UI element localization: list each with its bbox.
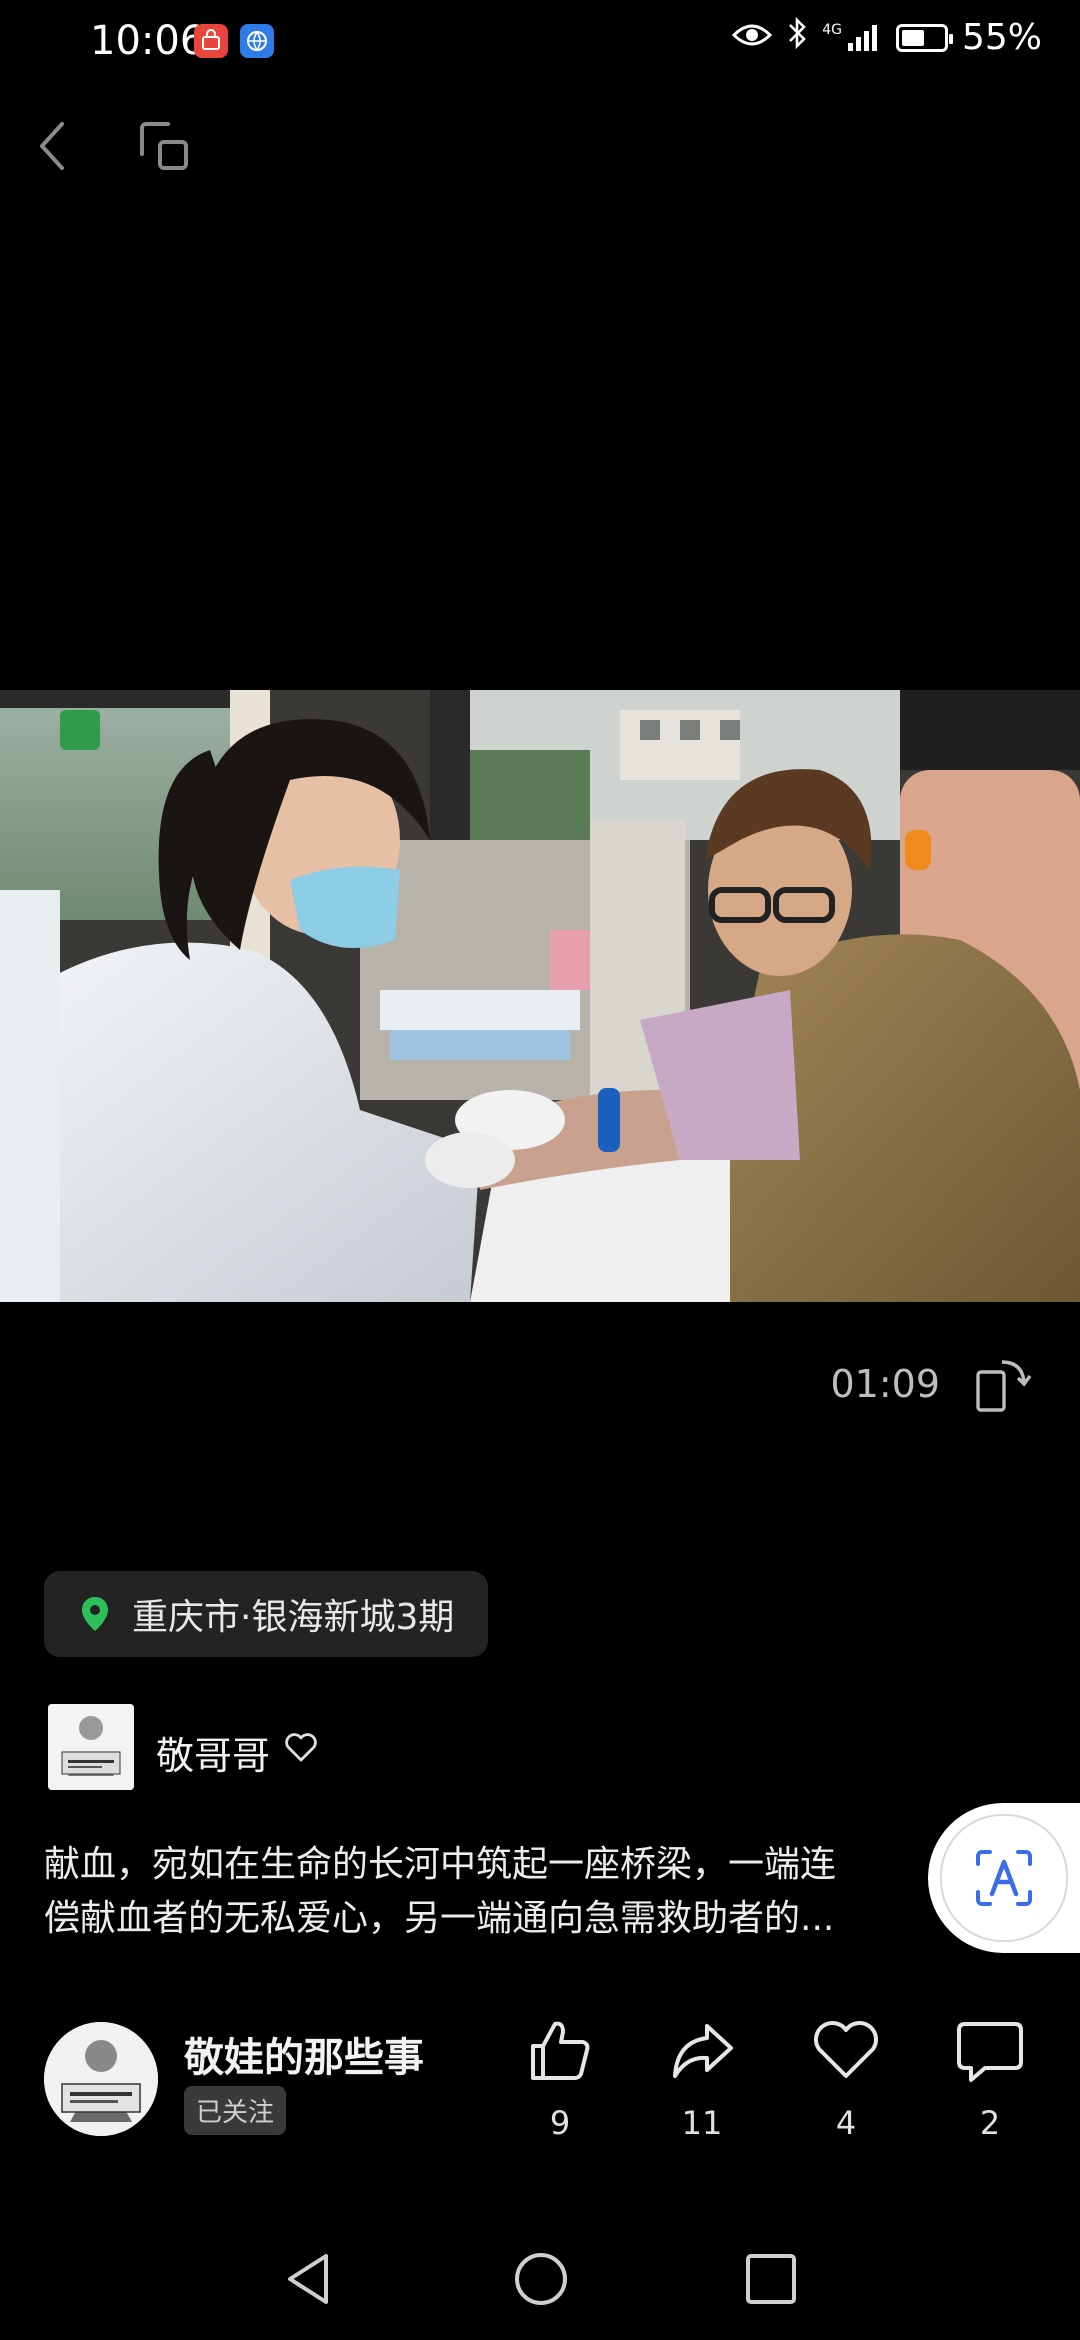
floating-window-icon <box>140 122 188 170</box>
status-time: 10:06 <box>90 18 206 64</box>
share-count: 11 <box>681 2104 723 2142</box>
thumbs-up-icon <box>531 2021 590 2080</box>
caption-line-1: 献血，宛如在生命的长河中筑起一座桥梁，一端连 <box>44 1844 837 1885</box>
comment-bubble-icon <box>957 2022 1023 2082</box>
triangle-back-icon <box>288 2254 328 2304</box>
heart-outline-icon <box>814 2021 878 2078</box>
share-button[interactable]: 11 <box>652 2018 752 2142</box>
channel-avatar[interactable] <box>44 2022 158 2136</box>
text-recognition-button[interactable] <box>928 1803 1080 1953</box>
nav-home-button[interactable] <box>512 2250 570 2312</box>
status-indicators: 4G 55% <box>732 16 1042 59</box>
rotate-screen-button[interactable] <box>974 1356 1032 1412</box>
nav-back-button[interactable] <box>282 2250 334 2312</box>
following-badge[interactable]: 已关注 <box>184 2086 287 2135</box>
battery-icon <box>895 23 953 52</box>
chevron-left-icon <box>40 122 64 170</box>
nav-recents-button[interactable] <box>742 2250 800 2312</box>
network-type-label: 4G <box>822 21 842 38</box>
browser-notification-icon <box>240 24 274 58</box>
scan-text-icon <box>976 1850 1032 1906</box>
comment-count: 2 <box>979 2104 1001 2142</box>
circle-home-icon <box>515 2253 567 2305</box>
signal-icon: 4G <box>822 23 882 53</box>
location-pin-icon <box>82 1597 108 1631</box>
video-still-image <box>0 690 1080 1302</box>
battery-percent: 55% <box>961 17 1042 58</box>
eye-comfort-icon <box>732 17 773 58</box>
heart-outline-icon <box>285 1733 317 1762</box>
back-button[interactable] <box>32 118 76 174</box>
caption-line-2: 偿献血者的无私爱心，另一端通向急需救助者的... <box>44 1898 835 1939</box>
rotate-screen-icon <box>976 1360 1032 1412</box>
follow-heart-button[interactable] <box>284 1733 318 1767</box>
text-recognition-ring <box>940 1814 1068 1942</box>
huawei-store-notification-icon <box>194 24 228 58</box>
author-name[interactable]: 敬哥哥 <box>156 1725 270 1780</box>
location-text: 重庆市·银海新城3期 <box>132 1597 455 1638</box>
location-tag[interactable]: 重庆市·银海新城3期 <box>44 1571 489 1657</box>
author-avatar-image <box>48 1704 134 1790</box>
post-caption[interactable]: 献血，宛如在生命的长河中筑起一座桥梁，一端连 偿献血者的无私爱心，另一端通向急需… <box>44 1838 964 1946</box>
channel-name[interactable]: 敬娃的那些事 <box>184 2025 424 2083</box>
channel-avatar-image <box>44 2022 158 2136</box>
author-avatar[interactable] <box>48 1704 134 1790</box>
bluetooth-icon <box>786 16 808 59</box>
like-button[interactable]: 9 <box>510 2018 610 2142</box>
comment-button[interactable]: 2 <box>940 2018 1040 2142</box>
video-elapsed-time: 01:09 <box>830 1362 940 1406</box>
share-arrow-icon <box>673 2024 733 2078</box>
video-frame[interactable] <box>0 690 1080 1302</box>
favorite-count: 4 <box>835 2104 857 2142</box>
square-recents-icon <box>746 2254 796 2304</box>
floating-window-button[interactable] <box>138 120 190 172</box>
battery-level-fill <box>901 29 924 46</box>
like-count: 9 <box>549 2104 571 2142</box>
favorite-button[interactable]: 4 <box>796 2018 896 2142</box>
